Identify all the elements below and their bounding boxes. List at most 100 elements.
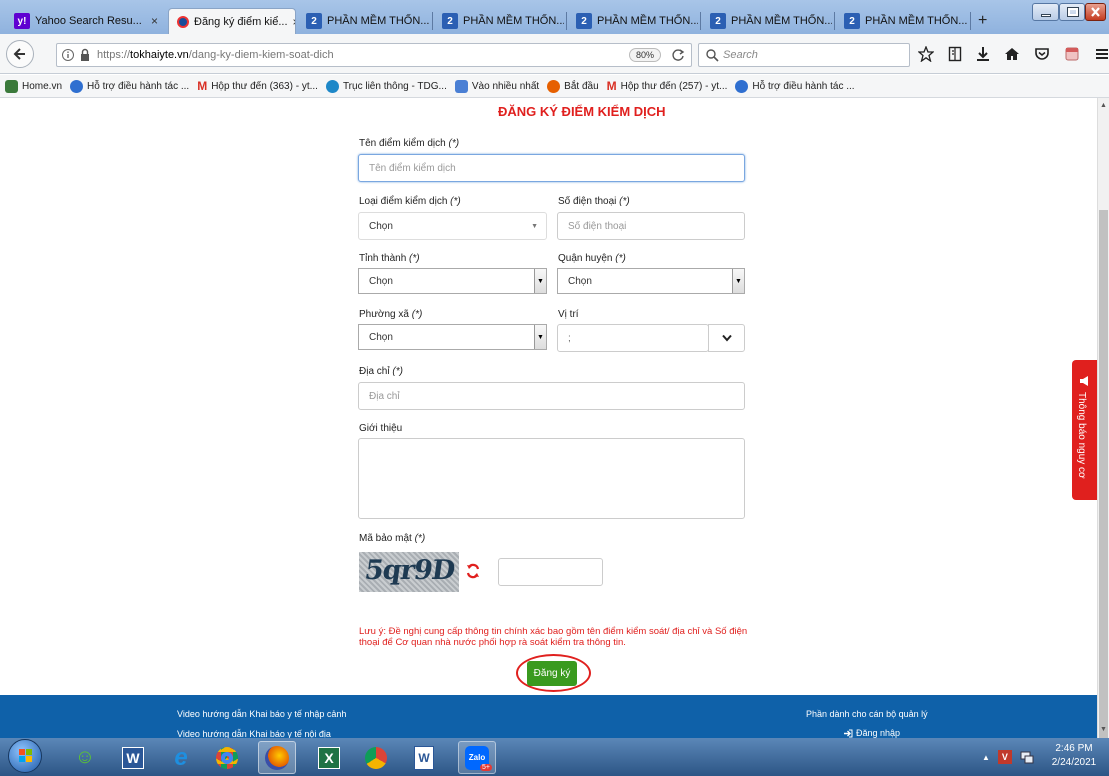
url-prefix: https:// [97, 49, 131, 61]
page-footer: Video hướng dẫn Khai báo y tế nhập cảnh … [0, 695, 1097, 739]
search-icon [706, 49, 719, 62]
province-select[interactable]: Chọn ▼ [358, 268, 547, 294]
ward-select[interactable]: Chọn ▼ [358, 324, 547, 350]
type-select[interactable]: Chọn ▼ [358, 212, 547, 240]
lock-icon [81, 48, 89, 61]
reading-list-icon[interactable] [948, 46, 962, 62]
dropdown-arrow-icon: ▼ [534, 325, 546, 349]
bookmark-item[interactable]: Hỗ trợ điều hành tác ... [735, 79, 855, 93]
district-label: Quận huyện (*) [558, 253, 626, 264]
gmail-icon: M [606, 79, 617, 93]
pocket-icon[interactable] [1034, 46, 1050, 62]
name-label: Tên điểm kiểm dịch (*) [359, 138, 460, 149]
name-input[interactable]: Tên điểm kiểm dịch [358, 154, 745, 182]
minimize-button[interactable] [1032, 3, 1059, 21]
home-icon[interactable] [1004, 46, 1020, 62]
taskbar-ie[interactable]: e [162, 741, 200, 774]
tab-phan-mem-5[interactable]: 2 PHẦN MỀM THỐN... × [836, 8, 968, 34]
gmail-icon: M [197, 79, 208, 93]
megaphone-icon [1080, 376, 1088, 386]
tab-label: PHẦN MỀM THỐN... [865, 15, 968, 27]
chrome-icon [365, 746, 387, 769]
bookmark-item[interactable]: Hỗ trợ điều hành tác ... [70, 79, 189, 93]
tray-app-icon[interactable]: V [997, 750, 1012, 764]
url-bar[interactable]: https://tokhaiyte.vn/dang-ky-diem-kiem-s… [56, 43, 692, 67]
scrollbar-thumb[interactable] [1099, 210, 1108, 776]
dropdown-arrow-icon: ▼ [732, 269, 744, 293]
homevn-icon [5, 79, 18, 93]
scroll-down-icon: ▼ [1100, 726, 1107, 733]
tab-close-icon[interactable]: × [293, 15, 295, 29]
login-link[interactable]: Đăng nhập [844, 728, 900, 738]
address-input[interactable]: Địa chỉ [358, 382, 745, 410]
taskbar-chrome[interactable] [208, 741, 246, 774]
taskbar-app[interactable]: ☺ [66, 741, 104, 774]
tab-close-icon[interactable]: × [151, 14, 158, 28]
alert-side-tab[interactable]: Thông báo nguy cơ [1072, 360, 1097, 500]
bookmark-item[interactable]: M Hộp thư đến (257) - yt... [607, 79, 728, 93]
refresh-captcha-icon[interactable] [465, 563, 481, 579]
bookmark-item[interactable]: Bắt đầu [547, 79, 599, 93]
tab-phan-mem-1[interactable]: 2 PHẦN MỀM THỐN... × [298, 8, 430, 34]
tab-phan-mem-4[interactable]: 2 PHẦN MỀM THỐN... × [702, 8, 832, 34]
page-scrollbar[interactable]: ▲ ▼ [1097, 98, 1109, 776]
bookmarks-bar: Home.vn Hỗ trợ điều hành tác ... M Hộp th… [0, 75, 1109, 98]
submit-button[interactable]: Đăng ký [527, 661, 577, 686]
chrome-icon [216, 746, 238, 769]
bookmark-star-icon[interactable] [918, 46, 934, 62]
intro-label: Giới thiệu [359, 423, 403, 434]
zoom-indicator[interactable]: 80% [628, 48, 661, 62]
close-icon [1091, 7, 1100, 17]
bookmark-item[interactable]: M Hộp thư đến (363) - yt... [197, 79, 318, 93]
taskbar-word[interactable]: W [114, 741, 152, 774]
info-icon [62, 49, 74, 61]
doc-icon: 2 [442, 13, 458, 29]
taskbar-firefox[interactable] [258, 741, 296, 774]
footer-link-entry-video[interactable]: Video hướng dẫn Khai báo y tế nhập cảnh [177, 709, 346, 719]
most-visited-icon [454, 79, 468, 93]
doc-icon: 2 [710, 13, 726, 29]
ward-label: Phường xã (*) [359, 309, 423, 320]
search-placeholder: Search [723, 49, 758, 61]
excel-icon: X [318, 746, 340, 769]
menu-icon[interactable] [1094, 46, 1109, 62]
site-favicon [177, 15, 189, 28]
intro-textarea[interactable] [358, 438, 745, 519]
note-text: Lưu ý: Đề nghị cung cấp thông tin chính … [359, 626, 748, 648]
taskbar-chrome-2[interactable] [357, 741, 395, 774]
tab-yahoo[interactable]: y! Yahoo Search Resu... × [6, 8, 166, 34]
tab-active-dang-ky[interactable]: Đăng ký điểm kiể... × [168, 8, 296, 34]
tab-label: Yahoo Search Resu... [35, 15, 142, 27]
download-icon[interactable] [976, 46, 990, 62]
taskbar-excel[interactable]: X [310, 741, 348, 774]
tab-separator [970, 12, 971, 30]
bookmark-item[interactable]: Home.vn [5, 79, 62, 93]
tab-phan-mem-2[interactable]: 2 PHẦN MỀM THỐN... × [434, 8, 564, 34]
maximize-button[interactable] [1059, 3, 1085, 21]
district-select[interactable]: Chọn ▼ [557, 268, 745, 294]
ie-icon: e [174, 743, 188, 771]
search-box[interactable]: Search [698, 43, 910, 67]
close-window-button[interactable] [1085, 3, 1106, 21]
bookmark-item[interactable]: Vào nhiều nhất [454, 79, 539, 93]
tray-expand-icon[interactable]: ▲ [982, 753, 990, 762]
location-input[interactable]: ; [557, 324, 709, 352]
phone-input[interactable]: Số điện thoại [557, 212, 745, 240]
captcha-input[interactable] [498, 558, 603, 586]
captcha-image: 5qr9D [359, 552, 459, 592]
taskbar-zalo[interactable]: Zalo 5+ [458, 741, 496, 774]
network-icon[interactable] [1020, 750, 1034, 764]
login-icon [844, 729, 853, 737]
reload-icon[interactable] [671, 48, 685, 62]
tab-label: PHẦN MỀM THỐN... [463, 15, 564, 27]
calendar-addon-icon[interactable] [1064, 46, 1080, 62]
tab-phan-mem-3[interactable]: 2 PHẦN MỀM THỐN... × [568, 8, 698, 34]
taskbar-word-doc[interactable]: W [405, 741, 443, 774]
form-title: ĐĂNG KÝ ĐIỂM KIỂM DỊCH [498, 104, 666, 119]
location-dropdown-button[interactable] [708, 324, 745, 352]
windows-start-button[interactable] [8, 739, 42, 773]
system-clock[interactable]: 2:46 PM 2/24/2021 [1044, 742, 1104, 770]
back-button[interactable] [6, 40, 34, 68]
new-tab-button[interactable]: + [978, 12, 987, 30]
bookmark-item[interactable]: Trục liên thông - TDG... [325, 79, 447, 93]
